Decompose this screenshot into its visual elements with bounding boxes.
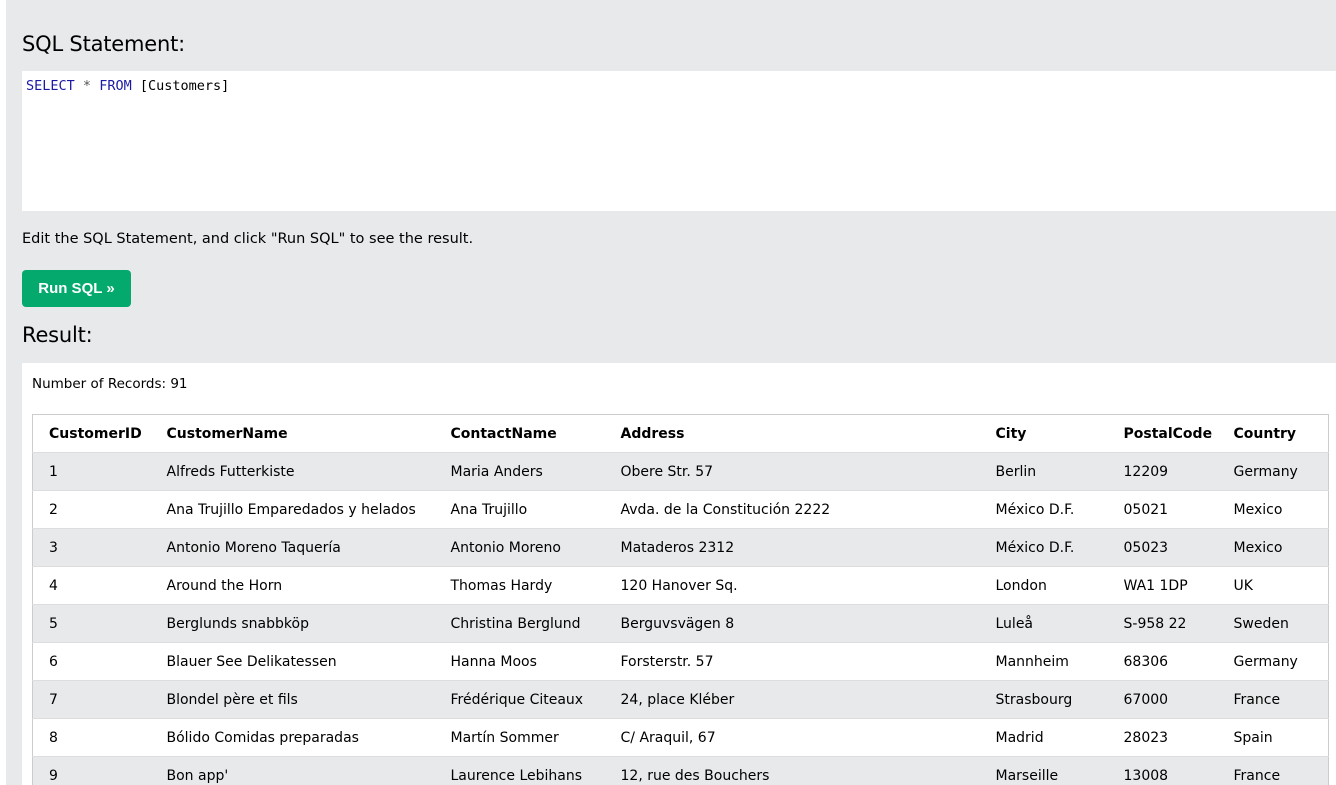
table-cell: Blondel père et fils (150, 680, 435, 719)
table-cell: Bólido Comidas preparadas (150, 718, 435, 757)
column-header: CustomerID (32, 414, 151, 453)
table-cell: 28023 (1107, 718, 1218, 757)
table-cell: 67000 (1107, 680, 1218, 719)
table-cell: 13008 (1107, 756, 1218, 785)
table-cell: Luleå (979, 604, 1108, 643)
run-sql-label: Run SQL (38, 280, 103, 297)
table-cell: S-958 22 (1107, 604, 1218, 643)
column-header: CustomerName (150, 414, 435, 453)
sql-table-ref: [Customers] (139, 78, 230, 94)
table-row: 4 Around the Horn Thomas Hardy 120 Hanover … (32, 566, 1329, 605)
table-cell: Berglunds snabbköp (150, 604, 435, 643)
table-cell: 05023 (1107, 528, 1218, 567)
table-cell: Hanna Moos (434, 642, 605, 681)
run-sql-button[interactable]: Run SQL » (22, 270, 131, 307)
table-cell: México D.F. (979, 528, 1108, 567)
table-row: 3 Antonio Moreno Taquería Antonio Moreno Ma… (32, 528, 1329, 567)
table-cell: UK (1217, 566, 1329, 605)
table-cell: Thomas Hardy (434, 566, 605, 605)
table-cell: Bon app' (150, 756, 435, 785)
table-cell: Christina Berglund (434, 604, 605, 643)
table-cell: Mexico (1217, 528, 1329, 567)
table-cell: Marseille (979, 756, 1108, 785)
table-cell: 1 (32, 452, 151, 491)
table-cell: Frédérique Citeaux (434, 680, 605, 719)
table-cell: WA1 1DP (1107, 566, 1218, 605)
table-cell: France (1217, 680, 1329, 719)
table-cell: France (1217, 756, 1329, 785)
table-cell: 6 (32, 642, 151, 681)
table-cell: Berlin (979, 452, 1108, 491)
table-cell: 3 (32, 528, 151, 567)
table-cell: 120 Hanover Sq. (604, 566, 980, 605)
table-cell: Alfreds Futterkiste (150, 452, 435, 491)
table-row: 8 Bólido Comidas preparadas Martín Sommer C… (32, 718, 1329, 757)
table-cell: Around the Horn (150, 566, 435, 605)
result-panel: Number of Records: 91 CustomerID Custome… (22, 363, 1336, 785)
table-cell: México D.F. (979, 490, 1108, 529)
table-cell: Spain (1217, 718, 1329, 757)
table-cell: 5 (32, 604, 151, 643)
table-cell: Germany (1217, 452, 1329, 491)
sql-editor[interactable]: SELECT * FROM [Customers] (22, 71, 1336, 211)
table-row: 5 Berglunds snabbköp Christina Berglund Ber… (32, 604, 1329, 643)
table-cell: Madrid (979, 718, 1108, 757)
table-cell: Germany (1217, 642, 1329, 681)
table-cell: Ana Trujillo Emparedados y helados (150, 490, 435, 529)
table-cell: 9 (32, 756, 151, 785)
table-cell: 2 (32, 490, 151, 529)
table-cell: 12, rue des Bouchers (604, 756, 980, 785)
sql-statement-heading: SQL Statement: (22, 32, 186, 56)
table-cell: Laurence Lebihans (434, 756, 605, 785)
tryit-page: SQL Statement: SELECT * FROM [Customers]… (6, 0, 1336, 785)
sql-star: * (82, 78, 92, 94)
table-cell: Forsterstr. 57 (604, 642, 980, 681)
table-cell: 4 (32, 566, 151, 605)
sql-keyword-from: FROM (99, 78, 132, 94)
results-table: CustomerID CustomerName ContactName Addr… (32, 414, 1329, 785)
column-header: PostalCode (1107, 414, 1218, 453)
table-cell: 12209 (1107, 452, 1218, 491)
table-cell: Strasbourg (979, 680, 1108, 719)
table-row: 7 Blondel père et fils Frédérique Citeaux 2… (32, 680, 1329, 719)
table-cell: C/ Araquil, 67 (604, 718, 980, 757)
table-cell: Maria Anders (434, 452, 605, 491)
table-row: 6 Blauer See Delikatessen Hanna Moos Forste… (32, 642, 1329, 681)
record-count: Number of Records: 91 (32, 376, 188, 392)
result-heading: Result: (22, 323, 93, 347)
table-cell: London (979, 566, 1108, 605)
table-cell: Obere Str. 57 (604, 452, 980, 491)
table-cell: Blauer See Delikatessen (150, 642, 435, 681)
table-header-row: CustomerID CustomerName ContactName Addr… (32, 414, 1329, 453)
table-cell: Antonio Moreno Taquería (150, 528, 435, 567)
table-row: 2 Ana Trujillo Emparedados y helados Ana T… (32, 490, 1329, 529)
table-row: 1 Alfreds Futterkiste Maria Anders Obere St… (32, 452, 1329, 491)
table-cell: 68306 (1107, 642, 1218, 681)
table-cell: Mannheim (979, 642, 1108, 681)
column-header: ContactName (434, 414, 605, 453)
column-header: City (979, 414, 1108, 453)
results-body: 1 Alfreds Futterkiste Maria Anders Obere St… (32, 452, 1329, 785)
table-cell: Mataderos 2312 (604, 528, 980, 567)
instruction-text: Edit the SQL Statement, and click "Run S… (22, 231, 474, 247)
table-cell: Martín Sommer (434, 718, 605, 757)
double-chevron-right-icon: » (106, 280, 115, 297)
table-cell: 05021 (1107, 490, 1218, 529)
table-cell: 24, place Kléber (604, 680, 980, 719)
table-cell: 8 (32, 718, 151, 757)
column-header: Address (604, 414, 980, 453)
table-cell: Antonio Moreno (434, 528, 605, 567)
table-cell: 7 (32, 680, 151, 719)
table-cell: Mexico (1217, 490, 1329, 529)
table-cell: Avda. de la Constitución 2222 (604, 490, 980, 529)
table-cell: Sweden (1217, 604, 1329, 643)
table-row: 9 Bon app' Laurence Lebihans 12, rue des Bo… (32, 756, 1329, 785)
table-cell: Ana Trujillo (434, 490, 605, 529)
column-header: Country (1217, 414, 1329, 453)
table-cell: Berguvsvägen 8 (604, 604, 980, 643)
sql-keyword-select: SELECT (26, 78, 75, 94)
